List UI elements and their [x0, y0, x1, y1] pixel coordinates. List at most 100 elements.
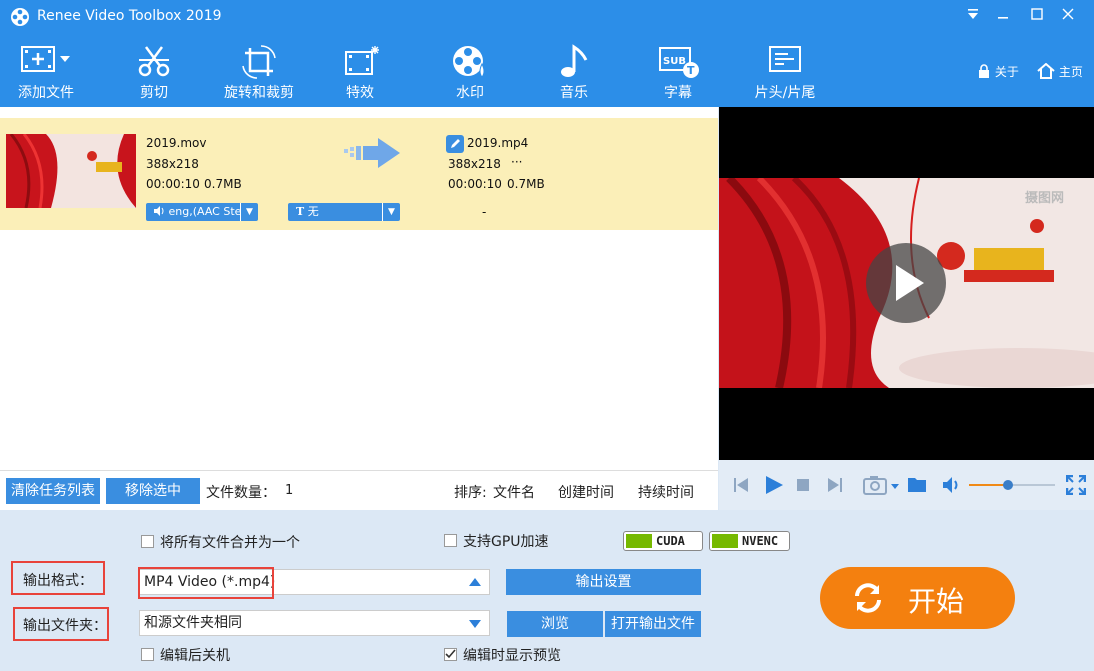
- source-duration: 00:00:10: [146, 177, 200, 191]
- toolbar-subtitle-label: 字幕: [664, 85, 692, 101]
- edit-output-icon[interactable]: [446, 135, 464, 153]
- toolbar-music-label: 音乐: [560, 85, 588, 101]
- shutdown-checkbox[interactable]: [141, 648, 154, 661]
- cuda-label: CUDA: [656, 534, 685, 548]
- chevron-down-icon: ▼: [382, 203, 400, 221]
- effects-icon: [345, 46, 379, 75]
- toolbar-watermark[interactable]: 水印: [442, 33, 498, 107]
- minimize-icon[interactable]: [992, 5, 1014, 27]
- video-thumbnail: [6, 134, 136, 208]
- video-preview[interactable]: 摄图网: [719, 107, 1094, 460]
- output-settings-button[interactable]: 输出设置: [506, 569, 701, 595]
- app-logo-icon: [11, 8, 29, 26]
- next-icon[interactable]: [827, 477, 843, 493]
- output-filename: 2019.mp4: [467, 136, 529, 150]
- subtitle-value: 无: [307, 205, 319, 218]
- output-folder-value: 和源文件夹相同: [144, 615, 242, 631]
- scissors-icon: [138, 46, 170, 77]
- play-icon[interactable]: [764, 475, 784, 495]
- task-list: 2019.mov 388x218 00:00:10 0.7MB 2019.mp4…: [0, 107, 718, 470]
- play-overlay-icon[interactable]: [866, 243, 946, 323]
- gpu-label: 支持GPU加速: [463, 534, 549, 550]
- toolbar-intro-outro[interactable]: 片头/片尾: [748, 33, 822, 107]
- toolbar-rotate-crop[interactable]: 旋转和裁剪: [216, 33, 302, 107]
- toolbar-intro-outro-label: 片头/片尾: [754, 85, 816, 101]
- audio-track-value: eng,(AAC Ste: [168, 205, 242, 218]
- chevron-down-icon: ▼: [240, 203, 258, 221]
- preview-watermark: 摄图网: [1025, 191, 1065, 206]
- toolbar-subtitle[interactable]: SUB T 字幕: [650, 33, 706, 107]
- merge-checkbox[interactable]: [141, 535, 154, 548]
- toolbar-effects[interactable]: 特效: [332, 33, 388, 107]
- sort-by-created[interactable]: 创建时间: [558, 482, 614, 502]
- clear-list-button[interactable]: 清除任务列表: [6, 478, 100, 504]
- subtitle-select[interactable]: T 无 ▼: [288, 203, 400, 221]
- add-file-icon: [21, 46, 70, 72]
- nvenc-label: NVENC: [742, 534, 779, 548]
- nvidia-icon: [626, 534, 652, 548]
- snapshot-camera-icon[interactable]: [863, 475, 901, 495]
- stop-icon[interactable]: [797, 479, 809, 491]
- toolbar-watermark-label: 水印: [456, 85, 484, 101]
- file-count-value: 1: [285, 483, 294, 498]
- home-button[interactable]: 主页: [1037, 62, 1083, 80]
- toolbar-music[interactable]: 音乐: [546, 33, 602, 107]
- volume-slider-knob[interactable]: [1002, 480, 1013, 490]
- toolbar-add-file[interactable]: 添加文件: [8, 33, 84, 107]
- source-resolution: 388x218: [146, 157, 199, 171]
- output-more-button[interactable]: ···: [511, 155, 522, 169]
- player-controls: [719, 460, 1094, 510]
- open-folder-icon[interactable]: [907, 476, 927, 493]
- start-button[interactable]: 开始: [820, 567, 1015, 629]
- toolbar-cut[interactable]: 剪切: [122, 33, 186, 107]
- music-icon: [561, 44, 588, 77]
- browse-button[interactable]: 浏览: [507, 611, 603, 637]
- svg-text:T: T: [687, 64, 695, 77]
- maximize-icon[interactable]: [1026, 5, 1048, 27]
- checkmark-icon: [445, 649, 456, 659]
- volume-slider-fill: [969, 484, 1008, 486]
- close-icon[interactable]: [1057, 5, 1079, 27]
- about-button[interactable]: 关于: [977, 63, 1019, 80]
- previous-icon[interactable]: [733, 477, 749, 493]
- cuda-badge: CUDA: [623, 531, 703, 551]
- svg-text:SUB: SUB: [663, 56, 686, 67]
- chevron-down-icon: [469, 620, 481, 628]
- volume-slider[interactable]: [969, 480, 1055, 490]
- home-label: 主页: [1058, 65, 1083, 79]
- open-output-folder-button[interactable]: 打开输出文件: [605, 611, 701, 637]
- output-extra-value: -: [482, 205, 487, 219]
- toolbar-cut-label: 剪切: [140, 85, 168, 101]
- gpu-checkbox[interactable]: [444, 534, 457, 547]
- toolbar-rotate-crop-label: 旋转和裁剪: [224, 85, 294, 101]
- output-folder-label: 输出文件夹：: [23, 618, 107, 634]
- text-icon: T: [296, 205, 305, 218]
- rotate-crop-icon: [242, 45, 276, 79]
- show-preview-checkbox[interactable]: [444, 648, 457, 661]
- volume-icon[interactable]: [942, 476, 962, 494]
- source-size: 0.7MB: [204, 177, 242, 191]
- task-row[interactable]: 2019.mov 388x218 00:00:10 0.7MB 2019.mp4…: [0, 118, 718, 230]
- remove-selected-button[interactable]: 移除选中: [106, 478, 200, 504]
- output-folder-select[interactable]: 和源文件夹相同: [139, 610, 490, 636]
- menu-dropdown-icon[interactable]: [962, 5, 984, 27]
- merge-label: 将所有文件合并为一个: [160, 535, 300, 551]
- toolbar-effects-label: 特效: [346, 85, 374, 101]
- output-format-label: 输出格式：: [23, 573, 93, 589]
- sort-by-name[interactable]: 文件名: [493, 482, 535, 502]
- output-duration: 00:00:10: [448, 177, 502, 191]
- about-label: 关于: [994, 65, 1019, 79]
- fullscreen-icon[interactable]: [1066, 475, 1086, 495]
- home-icon: [1037, 62, 1055, 79]
- speaker-icon: [154, 206, 164, 216]
- audio-track-select[interactable]: eng,(AAC Ste ▼: [146, 203, 258, 221]
- subtitle-icon: SUB T: [659, 47, 699, 78]
- convert-arrow-icon: [344, 138, 400, 168]
- file-count-label: 文件数量：: [206, 485, 276, 501]
- sort-label: 排序:: [454, 485, 487, 501]
- sort-by-duration[interactable]: 持续时间: [638, 482, 694, 502]
- source-filename: 2019.mov: [146, 136, 207, 150]
- shutdown-label: 编辑后关机: [160, 648, 230, 664]
- refresh-icon: [855, 583, 881, 613]
- chevron-up-icon: [469, 578, 481, 586]
